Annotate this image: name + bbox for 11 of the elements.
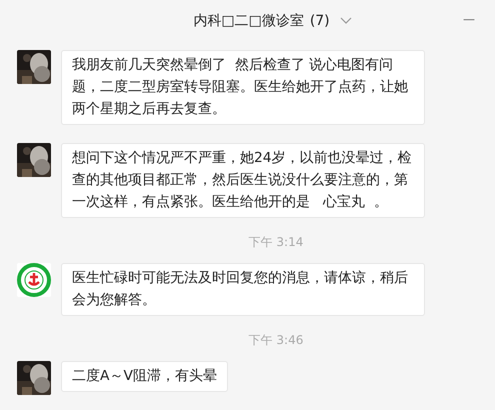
member-count: (7)	[310, 13, 330, 29]
chat-title: 内科□二□微诊室	[193, 12, 304, 30]
message-bubble: 我朋友前几天突然晕倒了 然后检查了 说心电图有问题，二度二型房室转导阻塞。医生给她开了点药，让她两个星期之后再去复查。	[61, 50, 425, 125]
message-bubble: 二度A～V阻滞，有头晕	[61, 361, 228, 392]
minimize-button[interactable]: —	[463, 12, 475, 26]
message-bubble: 医生忙碌时可能无法及时回复您的消息，请体谅，稍后会为您解答。	[61, 263, 425, 316]
logo-icon	[17, 263, 51, 297]
timestamp: 下午 3:46	[248, 332, 304, 349]
timestamp: 下午 3:14	[248, 234, 304, 251]
message-bubble: 想问下这个情况严不严重，她24岁，以前也没晕过，检查的其他项目都正常，然后医生说没什么要注意的，第一次这样，有点紧张。医生给他开的是 心宝丸 。	[61, 143, 425, 218]
chevron-down-icon[interactable]	[340, 17, 352, 25]
